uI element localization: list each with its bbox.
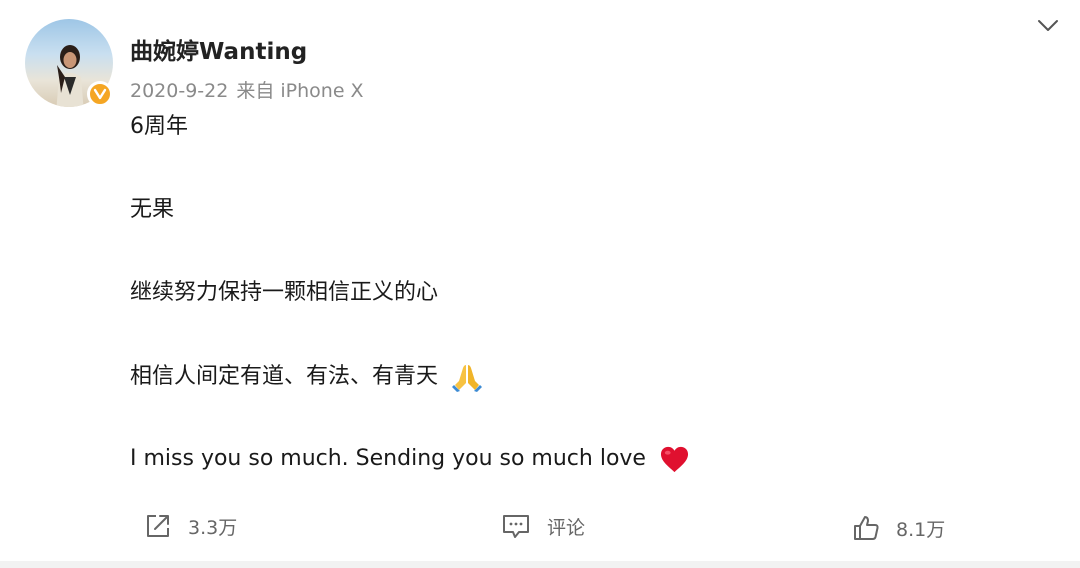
comment-label: 评论 (547, 516, 586, 539)
comment-icon (503, 515, 529, 538)
action-bar: 3.3万 评论 8.1万 (0, 508, 1080, 548)
post-meta: 2020-9-22 来自 iPhone X (130, 76, 372, 103)
post-line-2: 无果 (130, 197, 175, 222)
post-line-5: I miss you so much. Sending you so much … (130, 444, 1030, 474)
comment-button[interactable]: 评论 (501, 512, 585, 540)
post-line-5-text: I miss you so much. Sending you so much … (130, 446, 646, 471)
post-line-3: 继续努力保持一颗相信正义的心 (130, 280, 439, 305)
verified-badge-icon (87, 81, 113, 107)
chevron-down-icon[interactable] (1036, 16, 1060, 36)
like-count: 8.1万 (896, 518, 946, 541)
thumbs-up-icon (854, 516, 879, 540)
post-body: 6周年 无果 继续努力保持一颗相信正义的心 相信人间定有道、有法、有青天 I m… (130, 112, 1030, 474)
like-button[interactable]: 8.1万 (852, 514, 945, 542)
share-icon (147, 515, 169, 537)
repost-count: 3.3万 (188, 516, 238, 539)
post-line-4-text: 相信人间定有道、有法、有青天 (130, 364, 439, 389)
post-source: 来自 iPhone X (236, 80, 364, 102)
post-date: 2020-9-22 (130, 80, 229, 102)
repost-button[interactable]: 3.3万 (144, 512, 237, 540)
avatar-photo-figure (56, 45, 84, 107)
red-heart-emoji-icon (660, 446, 689, 472)
author-name[interactable]: 曲婉婷Wanting (130, 32, 307, 66)
post-line-1: 6周年 (130, 114, 188, 139)
post-divider (0, 561, 1080, 568)
weibo-post: 曲婉婷Wanting 2020-9-22 来自 iPhone X 6周年 无果 继… (0, 0, 1080, 568)
post-line-4: 相信人间定有道、有法、有青天 (130, 361, 1030, 392)
folded-hands-emoji-icon (452, 365, 483, 392)
